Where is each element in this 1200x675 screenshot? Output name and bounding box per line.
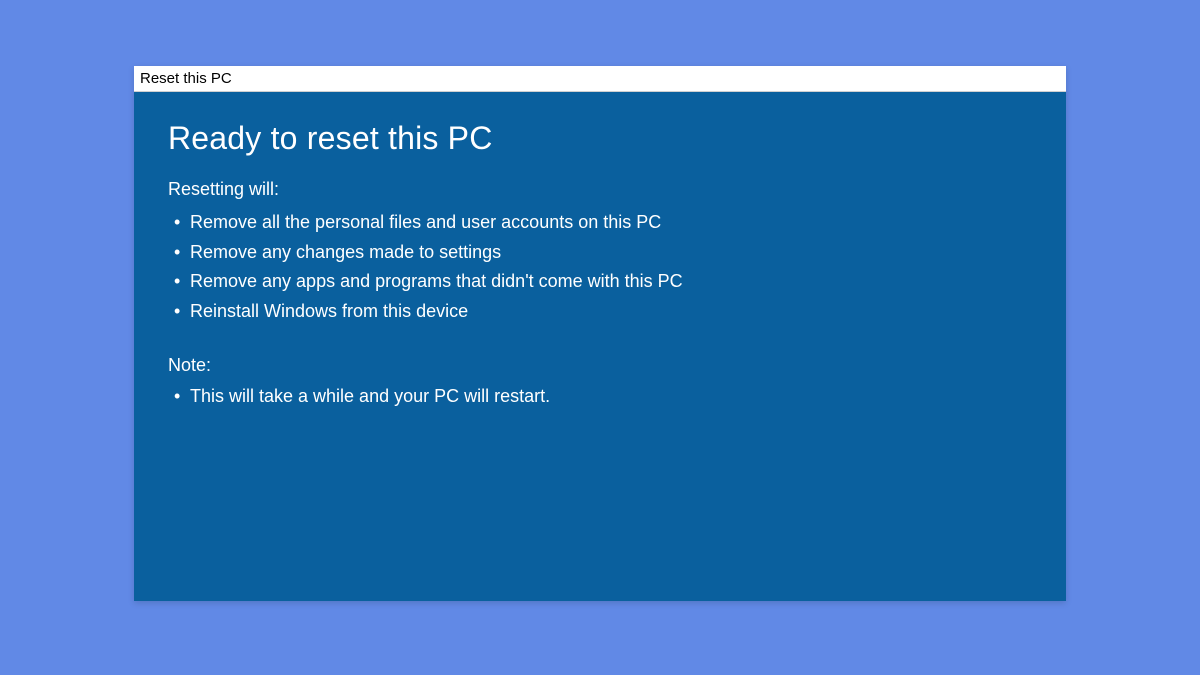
note-list: This will take a while and your PC will … (168, 382, 1032, 412)
window-title: Reset this PC (140, 70, 232, 87)
resetting-label: Resetting will: (168, 179, 1032, 200)
note-section: Note: This will take a while and your PC… (168, 355, 1032, 412)
note-label: Note: (168, 355, 1032, 376)
list-item: Remove all the personal files and user a… (168, 208, 1032, 238)
list-item: Remove any changes made to settings (168, 238, 1032, 268)
titlebar: Reset this PC (134, 66, 1066, 92)
content-panel: Ready to reset this PC Resetting will: R… (134, 92, 1066, 601)
list-item: This will take a while and your PC will … (168, 382, 1032, 412)
reset-pc-window: Reset this PC Ready to reset this PC Res… (134, 66, 1066, 601)
resetting-section: Resetting will: Remove all the personal … (168, 179, 1032, 327)
list-item: Remove any apps and programs that didn't… (168, 267, 1032, 297)
page-heading: Ready to reset this PC (168, 120, 1032, 157)
list-item: Reinstall Windows from this device (168, 297, 1032, 327)
resetting-list: Remove all the personal files and user a… (168, 208, 1032, 327)
